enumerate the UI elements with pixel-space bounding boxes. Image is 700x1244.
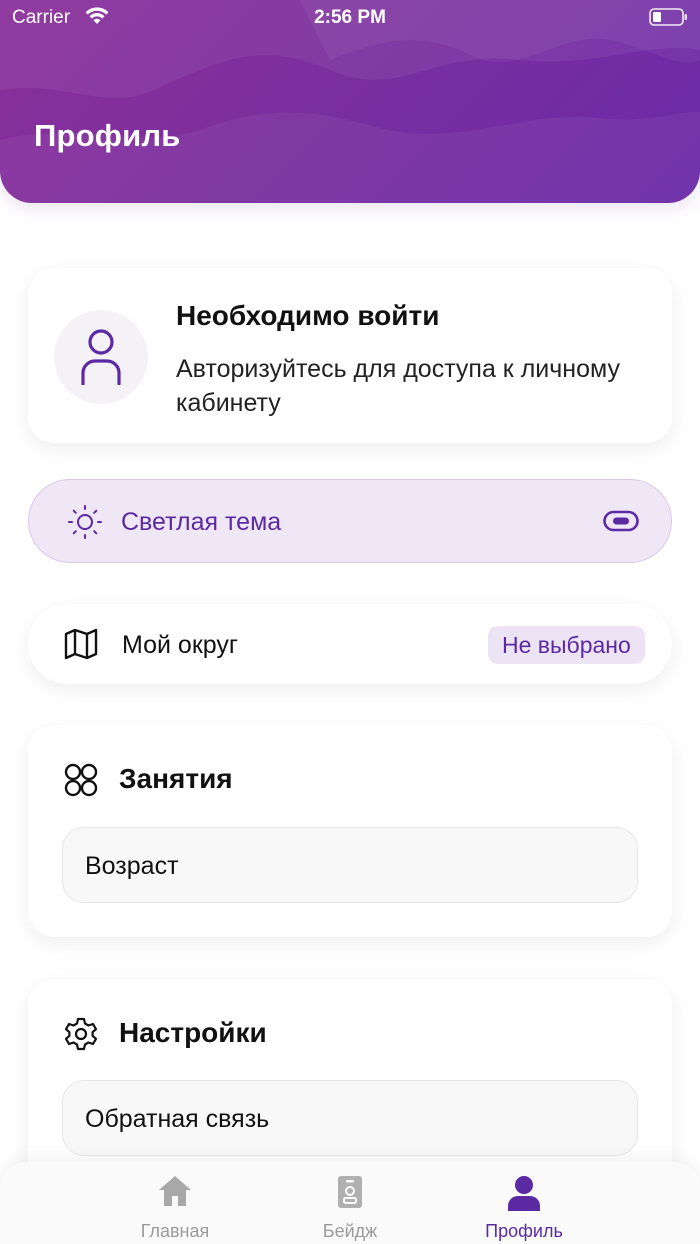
district-label: Мой округ: [122, 631, 239, 659]
tab-profile[interactable]: Профиль: [444, 1162, 604, 1244]
theme-label: Светлая тема: [121, 508, 282, 536]
gear-icon: [64, 1017, 98, 1051]
user-icon: [508, 1176, 540, 1211]
profile-header: Carrier 2:56 PM Профиль: [0, 0, 700, 203]
status-time: 2:56 PM: [314, 7, 386, 28]
sun-icon: [68, 505, 102, 539]
battery-icon: [649, 8, 687, 26]
toggle-icon[interactable]: [603, 510, 639, 532]
tab-badge[interactable]: Бейдж: [270, 1162, 430, 1244]
tab-profile-label: Профиль: [485, 1221, 563, 1241]
district-value-badge: Не выбрано: [488, 626, 645, 664]
classes-item-age[interactable]: Возраст: [62, 827, 638, 903]
classes-title: Занятия: [119, 763, 233, 794]
status-bar: Carrier 2:56 PM: [0, 0, 700, 36]
theme-toggle-row[interactable]: Светлая тема: [28, 479, 672, 563]
tab-home-label: Главная: [140, 1221, 210, 1241]
settings-title: Настройки: [119, 1017, 267, 1048]
tab-bar: Главная Бейдж Профиль: [0, 1162, 700, 1244]
district-row[interactable]: Мой округ Не выбрано: [28, 604, 672, 684]
map-icon: [64, 628, 98, 660]
tab-badge-label: Бейдж: [322, 1221, 378, 1241]
home-icon: [159, 1176, 191, 1206]
profile-screen: Carrier 2:56 PM Профиль Необходимо войти…: [0, 0, 700, 1244]
settings-item-feedback[interactable]: Обратная связь: [62, 1080, 638, 1156]
user-outline-icon: [81, 329, 121, 385]
settings-item-label: Обратная связь: [85, 1105, 270, 1133]
grid-circles-icon: [64, 763, 98, 797]
avatar: [54, 310, 148, 404]
badge-icon: [338, 1176, 362, 1208]
login-title: Необходимо войти: [176, 300, 440, 331]
classes-item-label: Возраст: [85, 852, 179, 880]
page-title: Профиль: [34, 118, 181, 153]
login-subtitle: Авторизуйтесь для доступа к личному каби…: [176, 355, 620, 417]
tab-home[interactable]: Главная: [95, 1162, 255, 1244]
login-card[interactable]: Необходимо войти Авторизуйтесь для досту…: [28, 268, 672, 443]
classes-section: Занятия Возраст: [28, 725, 672, 937]
